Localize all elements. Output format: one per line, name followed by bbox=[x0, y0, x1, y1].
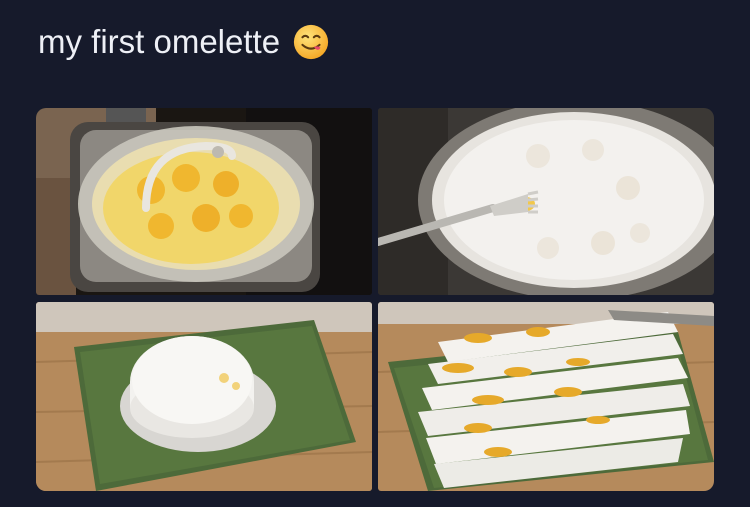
photo-round-omelette[interactable] bbox=[36, 302, 372, 491]
round-omelette-image bbox=[36, 302, 372, 491]
yum-face-emoji-icon bbox=[293, 24, 329, 60]
pan-with-lid-image bbox=[36, 108, 372, 295]
post-caption: my first omelette bbox=[38, 20, 330, 64]
sliced-omelette-image bbox=[378, 302, 714, 491]
photo-pan-with-lid[interactable] bbox=[36, 108, 372, 295]
post-title: my first omelette bbox=[38, 23, 281, 60]
photo-eggs-in-milk[interactable] bbox=[378, 108, 714, 295]
eggs-in-milk-image bbox=[378, 108, 714, 295]
photo-grid bbox=[36, 108, 714, 491]
photo-sliced-omelette[interactable] bbox=[378, 302, 714, 491]
